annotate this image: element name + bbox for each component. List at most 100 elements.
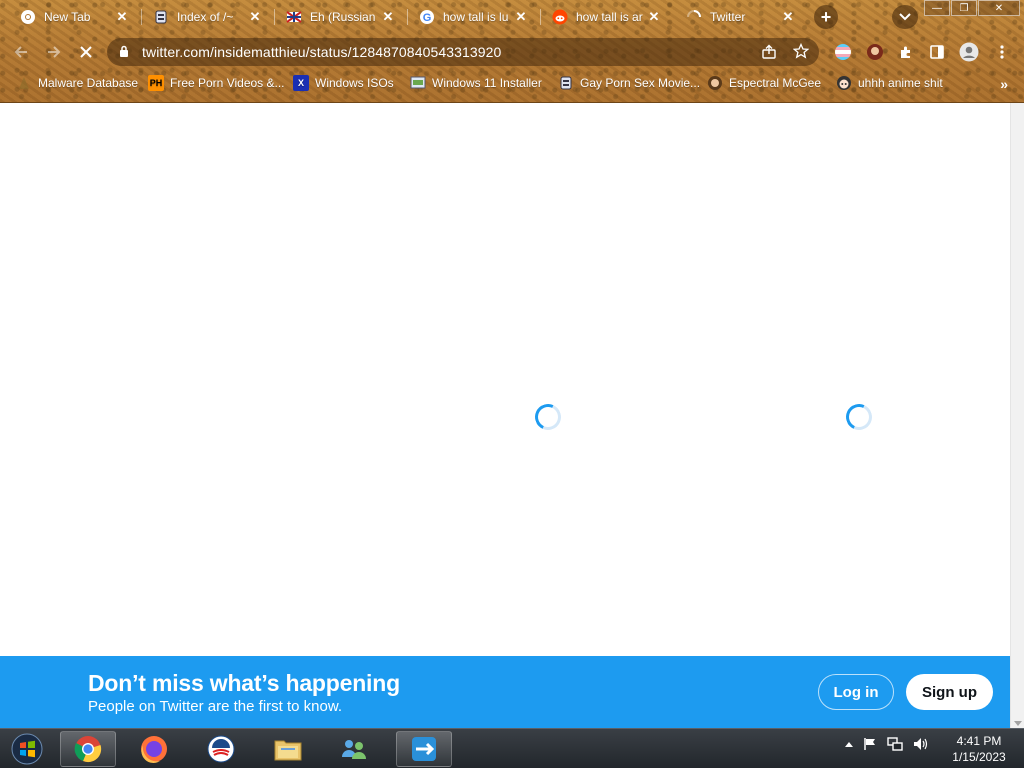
taskbar-chrome[interactable] <box>60 731 116 767</box>
system-tray <box>845 737 939 751</box>
bookmark-malware-database[interactable]: Malware Database <box>16 75 138 91</box>
share-icon[interactable] <box>761 44 777 65</box>
google-icon: G <box>419 9 435 25</box>
taskbar-teamviewer[interactable] <box>396 731 452 767</box>
forward-button[interactable] <box>42 40 66 64</box>
tab-title: New Tab <box>44 10 91 24</box>
trans-flag-extension-icon[interactable] <box>833 42 853 62</box>
profile-icon[interactable] <box>959 42 979 62</box>
bookmark-label: Free Porn Videos &... <box>170 76 285 90</box>
tab-new-tab[interactable]: New Tab ✕ <box>10 4 138 30</box>
avatar-extension-icon[interactable] <box>865 42 885 62</box>
x-icon: X <box>293 75 309 91</box>
close-icon[interactable]: ✕ <box>247 9 263 25</box>
server-icon <box>153 9 169 25</box>
bookmark-gay-porn-sex-movie[interactable]: Gay Porn Sex Movie... <box>558 75 700 91</box>
window-controls: — ❐ ✕ <box>923 0 1020 16</box>
tab-title: Index of /~ <box>177 10 234 24</box>
close-icon[interactable]: ✕ <box>380 9 396 25</box>
page-content <box>0 103 1010 656</box>
file-explorer-icon <box>274 740 302 761</box>
close-icon[interactable]: ✕ <box>646 9 662 25</box>
bookmark-label: uhhh anime shit <box>858 76 943 90</box>
bookmark-windows-isos[interactable]: X Windows ISOs <box>293 75 394 91</box>
bookmark-windows-11-installer[interactable]: Windows 11 Installer <box>410 75 542 91</box>
tab-search-button[interactable] <box>892 5 918 29</box>
loading-spinner-main <box>531 400 565 434</box>
restore-button[interactable]: ❐ <box>951 0 977 16</box>
start-orb-icon <box>11 733 43 765</box>
bookmark-label: Gay Porn Sex Movie... <box>580 76 701 90</box>
tab-title: Twitter <box>710 10 746 24</box>
network-people-icon <box>342 740 366 759</box>
scroll-down-arrow-icon[interactable] <box>1014 721 1022 726</box>
tab-index-of[interactable]: Index of /~ ✕ <box>143 4 271 30</box>
bookmark-uhhh-anime-shit[interactable]: uhhh anime shit <box>836 75 943 91</box>
server-icon <box>558 75 574 91</box>
tab-google-search[interactable]: G how tall is lu ✕ <box>409 4 537 30</box>
action-center-flag-icon[interactable] <box>863 737 877 751</box>
taskbar-network-people[interactable] <box>326 731 382 767</box>
bookmark-espectral-mcgee[interactable]: Espectral McGee <box>707 75 821 91</box>
chevron-down-icon <box>899 13 911 21</box>
log-in-button[interactable]: Log in <box>818 674 894 710</box>
start-button[interactable] <box>6 732 48 766</box>
tab-title: Eh (Russian <box>310 10 376 24</box>
address-bar[interactable]: twitter.com/insidematthieu/status/128487… <box>107 38 819 66</box>
back-button[interactable] <box>9 40 33 64</box>
star-icon[interactable] <box>792 42 810 64</box>
close-icon[interactable]: ✕ <box>780 9 796 25</box>
puzzle-extensions-icon[interactable] <box>896 42 916 62</box>
browser-toolbar: twitter.com/insidematthieu/status/128487… <box>0 36 1024 68</box>
login-prompt-banner: Don’t miss what’s happening People on Tw… <box>0 656 1010 728</box>
flag-icon <box>286 9 302 25</box>
loading-icon <box>686 9 702 25</box>
kebab-menu-icon[interactable] <box>992 42 1012 62</box>
taskbar-firefox[interactable] <box>126 731 182 767</box>
clock-date: 1/15/2023 <box>952 750 1006 764</box>
anime-icon <box>836 75 852 91</box>
new-tab-button[interactable]: + <box>814 5 838 29</box>
taskbar-obama-app[interactable] <box>193 731 249 767</box>
vertical-scrollbar[interactable] <box>1010 103 1024 728</box>
installer-icon <box>410 75 426 91</box>
tab-separator <box>540 9 541 25</box>
tab-separator <box>407 9 408 25</box>
show-hidden-icons-icon[interactable] <box>845 741 853 747</box>
chrome-icon <box>20 9 36 25</box>
network-icon[interactable] <box>887 737 903 751</box>
url-text[interactable]: twitter.com/insidematthieu/status/128487… <box>142 44 501 60</box>
window-close-button[interactable]: ✕ <box>978 0 1020 16</box>
bookmark-label: Espectral McGee <box>729 76 822 90</box>
minimize-button[interactable]: — <box>924 0 950 16</box>
tab-title: how tall is lu <box>443 10 509 24</box>
taskbar-file-explorer[interactable] <box>260 731 316 767</box>
close-icon[interactable]: ✕ <box>513 9 529 25</box>
bookmark-icon <box>16 75 32 91</box>
lock-icon[interactable] <box>119 45 129 63</box>
stop-loading-button[interactable] <box>74 40 98 64</box>
chevron-double-right-icon[interactable]: » <box>1000 76 1008 92</box>
firefox-icon <box>141 736 167 763</box>
browser-chrome: New Tab ✕ Index of /~ ✕ Eh (Russian ✕ G … <box>0 0 1024 103</box>
avatar-icon <box>707 75 723 91</box>
ph-icon: PH <box>148 75 164 91</box>
taskbar-clock[interactable]: 4:41 PM 1/15/2023 <box>944 733 1014 765</box>
obama-logo-icon <box>207 735 235 763</box>
chrome-icon <box>74 736 102 763</box>
banner-headline: Don’t miss what’s happening <box>88 670 400 696</box>
close-icon[interactable]: ✕ <box>114 9 130 25</box>
windows-taskbar: 4:41 PM 1/15/2023 <box>0 728 1024 768</box>
volume-icon[interactable] <box>913 737 929 751</box>
svg-text:G: G <box>423 12 432 24</box>
tab-reddit[interactable]: how tall is ar ✕ <box>542 4 670 30</box>
tab-twitter-active[interactable]: Twitter ✕ <box>676 4 804 30</box>
sign-up-button[interactable]: Sign up <box>906 674 993 710</box>
tab-title: how tall is ar <box>576 10 643 24</box>
tab-separator <box>141 9 142 25</box>
bookmark-ph[interactable]: PH Free Porn Videos &... <box>148 75 285 91</box>
side-panel-icon[interactable] <box>927 42 947 62</box>
close-icon <box>80 46 92 58</box>
tab-eh-russian[interactable]: Eh (Russian ✕ <box>276 4 404 30</box>
bookmark-label: Windows 11 Installer <box>432 76 542 90</box>
